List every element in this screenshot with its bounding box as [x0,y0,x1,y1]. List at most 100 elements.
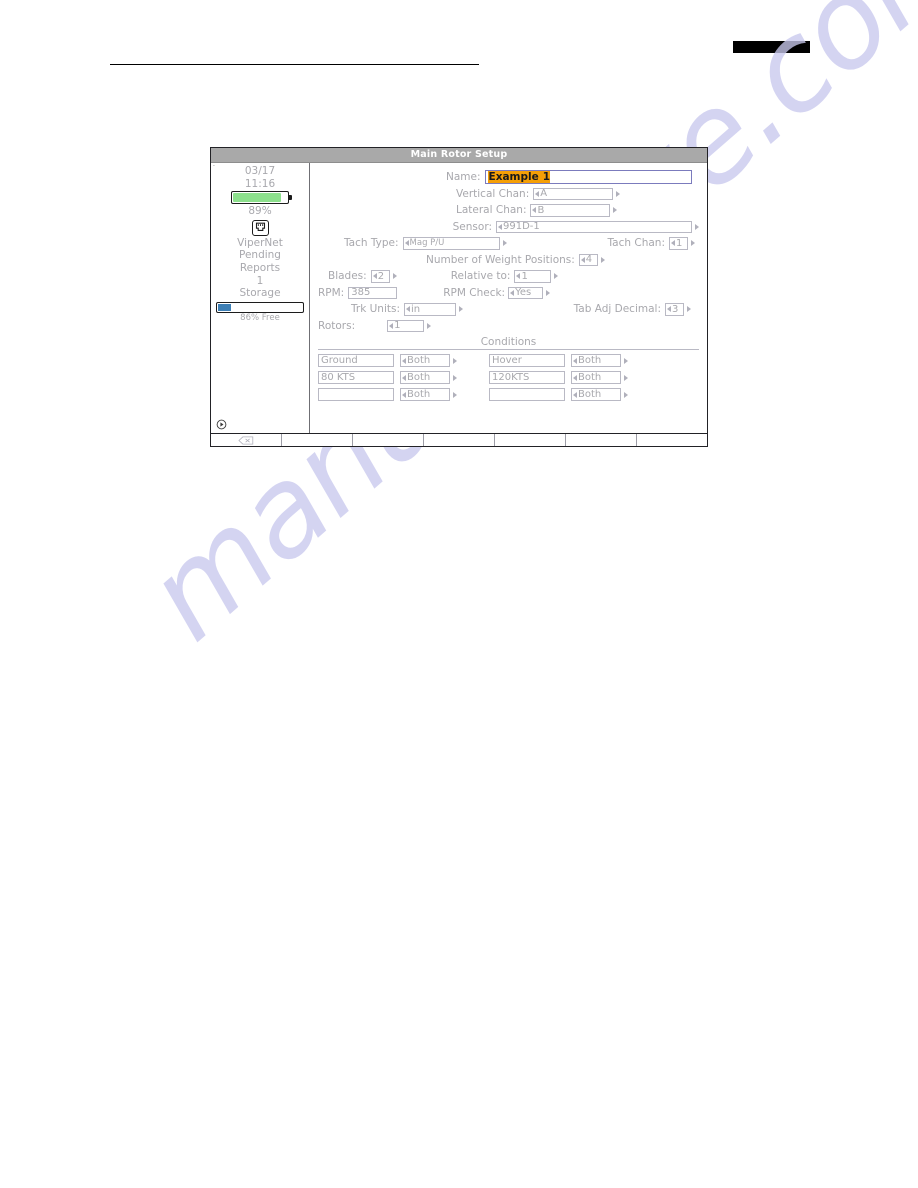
toolbar-button-3[interactable] [353,434,424,446]
chevron-left-icon[interactable] [406,306,410,313]
condition-mode-box[interactable]: Both [571,388,621,401]
toolbar-button-7[interactable] [637,434,707,446]
condition-mode-spinner[interactable]: Both [571,371,628,384]
sensor-spinner[interactable]: 991D-1 [496,220,699,233]
condition-mode-value: Both [407,372,431,383]
chevron-left-icon[interactable] [535,190,540,197]
rpm-check-spinner[interactable]: Yes [508,286,551,299]
condition-mode-box[interactable]: Both [400,371,450,384]
toolbar-button-backspace[interactable] [211,434,282,446]
device-window: Main Rotor Setup · 03/17 11:16 89% Viper… [210,147,708,447]
chevron-right-icon[interactable] [453,374,457,381]
chevron-right-icon[interactable] [613,207,618,214]
toolbar-button-5[interactable] [495,434,566,446]
relative-to-box[interactable]: 1 [514,270,552,283]
chevron-right-icon[interactable] [554,273,559,280]
chevron-right-icon[interactable] [546,289,551,296]
blades-spinner[interactable]: 2 [370,270,397,283]
rpm-input[interactable]: 385 [348,286,398,299]
chevron-right-icon[interactable] [392,273,397,280]
weight-positions-box[interactable]: 4 [578,253,598,266]
chevron-right-icon[interactable] [600,256,605,263]
condition-name-input[interactable]: Ground [318,354,394,367]
chevron-left-icon[interactable] [580,256,585,263]
vertical-chan-spinner[interactable]: A [533,187,621,200]
condition-mode-spinner[interactable]: Both [400,354,457,367]
form-pane: Name: Example 1 Vertical Chan: A Lateral… [310,163,707,433]
chevron-right-icon[interactable] [453,357,457,364]
condition-mode-spinner[interactable]: Both [400,388,457,401]
condition-mode-spinner[interactable]: Both [571,354,628,367]
chevron-left-icon[interactable] [389,322,394,329]
tab-adj-decimal-value: 3 [672,303,679,315]
condition-name-input[interactable] [489,388,565,401]
condition-name-input[interactable]: Hover [489,354,565,367]
rotors-box[interactable]: 1 [387,319,425,332]
condition-mode-box[interactable]: Both [571,354,621,367]
chevron-right-icon[interactable] [616,190,621,197]
chevron-left-icon[interactable] [372,273,377,280]
rpm-check-value: Yes [515,287,532,299]
condition-name-input[interactable] [318,388,394,401]
tach-chan-box[interactable]: 1 [669,237,688,250]
trk-units-box[interactable]: in [404,303,456,316]
chevron-right-icon[interactable] [687,306,691,313]
chevron-right-icon[interactable] [427,322,432,329]
blades-box[interactable]: 2 [370,270,390,283]
lateral-chan-box[interactable]: B [530,204,611,217]
name-label: Name: [446,171,481,183]
lateral-chan-spinner[interactable]: B [530,204,618,217]
vertical-chan-value: A [540,188,548,200]
chevron-right-icon[interactable] [624,374,628,381]
chevron-right-icon[interactable] [624,391,628,398]
backspace-icon [238,436,254,444]
sensor-box[interactable]: 991D-1 [496,220,692,233]
relative-to-spinner[interactable]: 1 [514,270,559,283]
ethernet-port-icon [251,219,269,236]
toolbar-button-4[interactable] [424,434,495,446]
chevron-right-icon[interactable] [624,357,628,364]
chevron-left-icon[interactable] [402,374,406,381]
chevron-right-icon[interactable] [502,240,507,247]
condition-mode-box[interactable]: Both [400,388,450,401]
chevron-left-icon[interactable] [516,273,521,280]
condition-name-input[interactable]: 80 KTS [318,371,394,384]
tab-adj-decimal-label: Tab Adj Decimal: [573,303,661,315]
condition-mode-box[interactable]: Both [400,354,450,367]
chevron-left-icon[interactable] [573,391,577,398]
chevron-left-icon[interactable] [510,289,515,296]
condition-mode-spinner[interactable]: Both [571,388,628,401]
chevron-left-icon[interactable] [402,357,406,364]
chevron-left-icon[interactable] [667,306,671,313]
chevron-left-icon[interactable] [402,391,406,398]
rpm-check-box[interactable]: Yes [508,286,544,299]
condition-mode-spinner[interactable]: Both [400,371,457,384]
chevron-left-icon[interactable] [573,374,577,381]
tab-adj-decimal-box[interactable]: 3 [665,303,684,316]
weight-positions-spinner[interactable]: 4 [578,253,605,266]
condition-name-value: 120KTS [492,372,530,383]
chevron-left-icon[interactable] [532,207,537,214]
chevron-right-icon[interactable] [691,240,695,247]
tab-adj-decimal-spinner[interactable]: 3 [665,303,691,316]
condition-name-input[interactable]: 120KTS [489,371,565,384]
tach-type-spinner[interactable]: Mag P/U [402,237,507,250]
chevron-left-icon[interactable] [573,357,577,364]
vertical-chan-box[interactable]: A [533,187,614,200]
rotors-spinner[interactable]: 1 [387,319,432,332]
chevron-right-icon[interactable] [459,306,463,313]
chevron-right-icon[interactable] [695,223,699,230]
chevron-left-icon[interactable] [404,240,409,247]
play-circle-icon[interactable] [216,419,227,430]
toolbar-button-2[interactable] [282,434,353,446]
chevron-left-icon[interactable] [498,223,502,230]
name-input[interactable]: Example 1 [484,170,692,185]
chevron-left-icon[interactable] [671,240,675,247]
tach-chan-spinner[interactable]: 1 [669,237,695,250]
tach-type-box[interactable]: Mag P/U [402,237,500,250]
condition-mode-box[interactable]: Both [571,371,621,384]
reports-label: Reports [239,261,281,274]
toolbar-button-6[interactable] [566,434,637,446]
chevron-right-icon[interactable] [453,391,457,398]
trk-units-spinner[interactable]: in [404,303,463,316]
